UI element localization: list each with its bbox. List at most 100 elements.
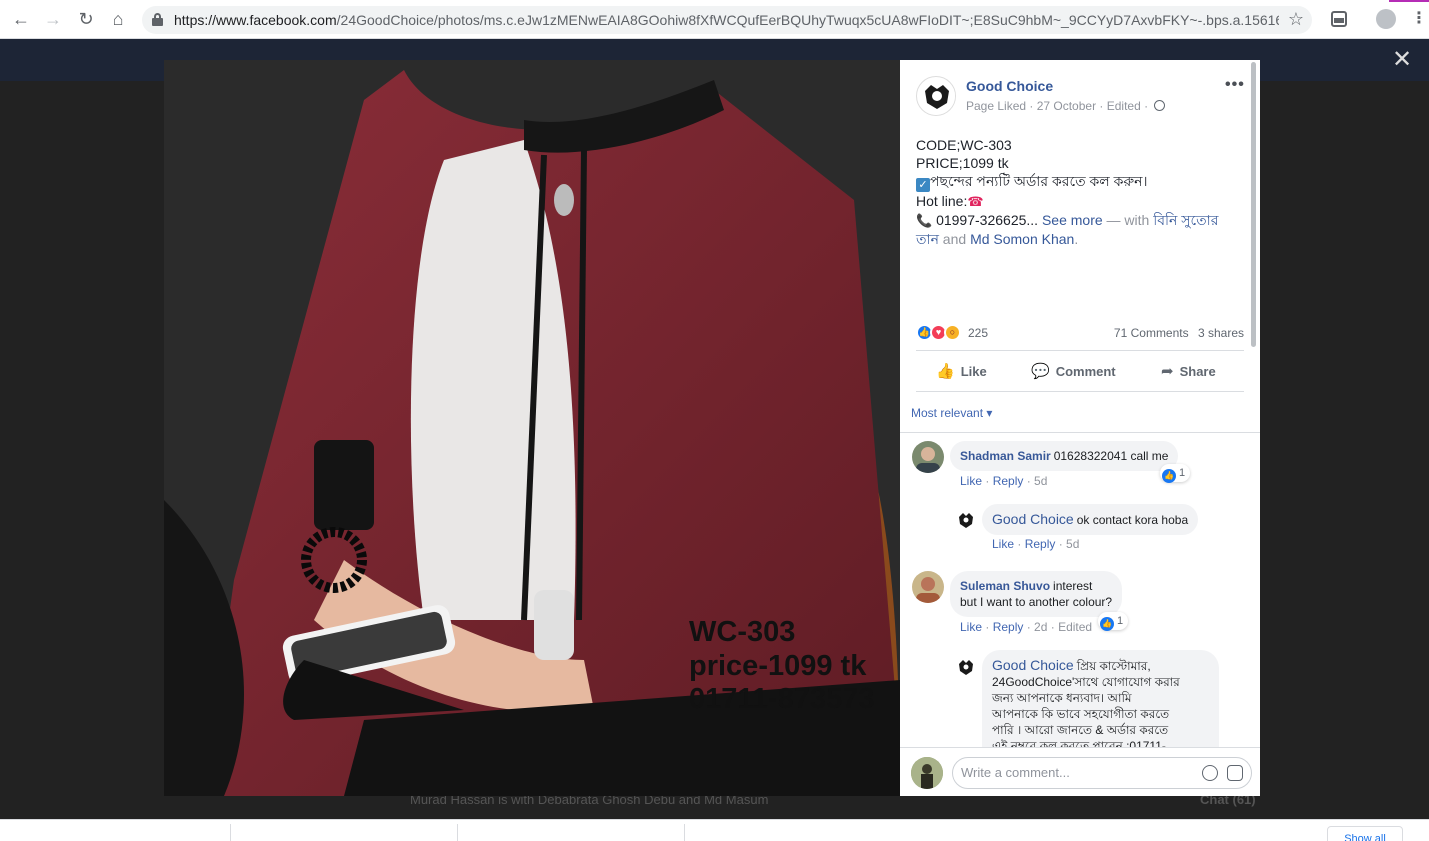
back-arrow-icon[interactable]: ← [10,8,32,30]
profile-avatar-icon[interactable] [1376,9,1396,29]
browser-menu-icon[interactable]: ⋮ [1411,8,1427,28]
see-more-link[interactable]: See more [1042,212,1103,228]
address-bar[interactable]: https://www.facebook.com/24GoodChoice/ph… [142,6,1312,34]
reply-bubble: Good Choice প্রিয় কাস্টোমার, 24GoodChoic… [982,650,1219,747]
reply-text-line6: এই নম্বরে কল করতে পারেন :01711- [992,739,1166,747]
lock-icon [152,13,163,26]
like-badge-icon: 👍 [1100,617,1114,631]
post-photo[interactable]: WC-303 price-1099 tk 01711-873573 [164,60,900,796]
phone-receiver-icon: 📞 [916,213,933,228]
reply-reply-link[interactable]: Reply [1025,537,1056,551]
reply-text-line3: জন্য আপনাকে ধন্যবাদ। আমি [992,691,1132,705]
more-options-icon[interactable]: ••• [1225,76,1245,94]
panel-scrollbar[interactable] [1251,62,1256,347]
share-button[interactable]: ➦ Share [1161,362,1216,380]
share-button-label: Share [1179,364,1216,379]
reload-icon[interactable]: ↻ [75,8,97,30]
forward-arrow-icon[interactable]: → [42,8,64,30]
photo-phone-text: 01711-873573 [689,683,875,715]
page-reply-avatar[interactable] [956,510,976,530]
home-icon[interactable]: ⌂ [107,8,129,30]
comment-author-link[interactable]: Suleman Shuvo [960,579,1050,593]
post-body: CODE;WC-303 PRICE;1099 tk ✓ পছন্দের পন্যট… [916,136,1236,248]
post-line-price: PRICE;1099 tk [916,155,1009,171]
and-text: and [938,231,971,247]
comment-text: interest [1053,579,1093,593]
downloads-bar: Show all [0,819,1429,841]
download-separator [684,824,685,841]
action-bar: 👍 Like 💬 Comment ➦ Share [916,350,1244,392]
toolbar-accent [1389,0,1429,2]
comment-like-link[interactable]: Like [960,620,982,634]
reply-text-line2: 24GoodChoice'সাথে যোগাযোগ করার [992,675,1180,689]
emoji-icon[interactable] [1202,765,1218,781]
period-text: . [1074,231,1079,247]
post-phone-text: 01997-326625... [936,212,1039,228]
comment-reply-link[interactable]: Reply [993,474,1024,488]
engagement-counts: 71 Comments 3 shares [1108,326,1244,340]
download-separator [457,824,458,841]
comment-edited: Edited [1058,620,1093,634]
url-text[interactable]: https://www.facebook.com/24GoodChoice/ph… [174,12,1279,28]
reply-text: ok contact kora hoba [1076,513,1189,527]
extension-icon[interactable] [1331,11,1347,27]
comment-button[interactable]: 💬 Comment [1031,362,1116,380]
reply-author-link[interactable]: Good Choice [992,511,1074,527]
show-all-downloads-button[interactable]: Show all [1327,826,1403,841]
close-viewer-icon[interactable]: ✕ [1392,45,1412,74]
comment-meta: Like · Reply · 5d [960,474,1048,488]
good-choice-logo-icon [959,513,973,528]
comment-like-link[interactable]: Like [960,474,982,488]
comment-like-count[interactable]: 👍 1 [1098,612,1129,631]
comment-input-box[interactable] [952,757,1252,789]
comment-author-link[interactable]: Shadman Samir [960,449,1051,463]
good-choice-logo-icon [959,660,973,675]
url-path: /24GoodChoice/photos/ms.c.eJw1zMENwEAIA8… [336,12,1279,28]
post-line-code: CODE;WC-303 [916,137,1012,153]
reaction-count[interactable]: 225 [968,326,988,340]
avatar[interactable] [912,571,944,603]
reply-meta: Like · Reply · 5d [992,537,1080,551]
comment-sort-dropdown[interactable]: Most relevant ▾ [911,406,992,420]
comment-time: 5d [1034,474,1048,488]
comment-reply-link[interactable]: Reply [993,620,1024,634]
like-button-label: Like [960,364,987,379]
telephone-icon: ☎ [967,194,984,209]
comment-text-line2: but I want to another colour? [960,595,1113,609]
like-count-text: 1 [1179,467,1186,479]
current-user-avatar[interactable] [911,757,943,789]
comment-composer [900,747,1260,796]
reply-bubble: Good Choice ok contact kora hoba [982,504,1199,535]
post-meta-text: Page Liked · 27 October · Edited · [966,99,1152,113]
post-side-panel: Good Choice Page Liked · 27 October · Ed… [900,60,1260,796]
page-avatar[interactable] [916,76,956,116]
comments-list: Shadman Samir 01628322041 call me 👍 1 Like… [900,433,1250,747]
share-arrow-icon: ➦ [1161,363,1174,380]
checkmark-icon: ✓ [916,178,930,192]
like-button[interactable]: 👍 Like [936,362,987,380]
reply-text-line5: পারি । আরো জানতে & অর্ডার করতে [992,723,1169,737]
globe-icon [1154,100,1166,111]
post-line-order: ✓ পছন্দের পন্যটি অর্ডার করতে কল করুন। [916,172,1236,192]
comment-time: 2d [1034,620,1048,634]
shares-count-link[interactable]: 3 shares [1198,326,1244,340]
with-text: — with [1102,212,1154,228]
photo-code-text: WC-303 [689,616,796,648]
page-reply-avatar[interactable] [956,657,976,677]
speech-bubble-icon: 💬 [1031,363,1050,380]
page-name-link[interactable]: Good Choice [966,78,1053,94]
reply-text: প্রিয় কাস্টোমার, [1076,659,1151,673]
comments-count-link[interactable]: 71 Comments [1114,326,1189,340]
reply-time: 5d [1066,537,1080,551]
comment-bubble: Shadman Samir 01628322041 call me [950,441,1179,471]
bookmark-star-icon[interactable]: ☆ [1288,9,1304,30]
comment-input[interactable] [961,765,1191,780]
avatar[interactable] [912,441,944,473]
reply-author-link[interactable]: Good Choice [992,657,1074,673]
tagged-user-2[interactable]: Md Somon Khan [970,231,1074,247]
user-avatar-icon [916,577,940,603]
sticker-icon[interactable] [1227,765,1243,781]
reply-like-link[interactable]: Like [992,537,1014,551]
comment-like-count[interactable]: 👍 1 [1160,464,1191,483]
comment-button-label: Comment [1055,364,1116,379]
